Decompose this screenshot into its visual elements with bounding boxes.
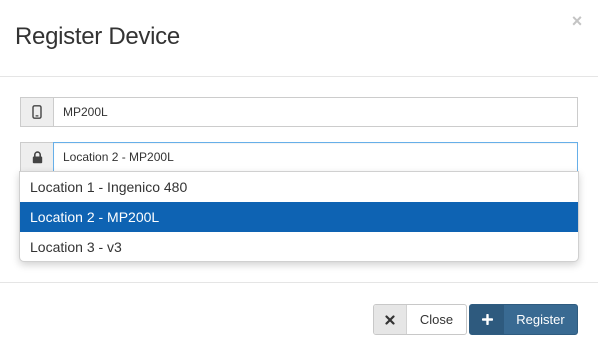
close-button[interactable]: Close: [373, 304, 467, 335]
location-select-input[interactable]: Location 2 - MP200L: [53, 142, 578, 172]
close-button-label: Close: [419, 312, 454, 327]
lock-icon: [20, 142, 53, 172]
dropdown-option[interactable]: Location 3 - v3: [20, 232, 578, 261]
modal-title: Register Device: [15, 23, 180, 50]
register-device-modal: Register Device × MP200L Location 2 - MP…: [0, 0, 598, 353]
modal-footer: Close Register: [0, 282, 598, 353]
register-button[interactable]: Register: [469, 304, 578, 335]
device-name-input[interactable]: MP200L: [53, 97, 578, 127]
register-button-label: Register: [516, 312, 565, 327]
modal-header: Register Device ×: [0, 0, 598, 77]
modal-close-icon[interactable]: ×: [569, 11, 585, 31]
mobile-phone-icon: [20, 97, 53, 127]
location-input-group: Location 2 - MP200L: [20, 142, 578, 172]
times-icon: [374, 305, 407, 334]
dropdown-option-selected[interactable]: Location 2 - MP200L: [20, 202, 578, 232]
device-input-group: MP200L: [20, 97, 578, 127]
plus-icon: [470, 305, 504, 334]
dropdown-option[interactable]: Location 1 - Ingenico 480: [20, 172, 578, 202]
location-dropdown-list: Location 1 - Ingenico 480 Location 2 - M…: [19, 171, 579, 262]
